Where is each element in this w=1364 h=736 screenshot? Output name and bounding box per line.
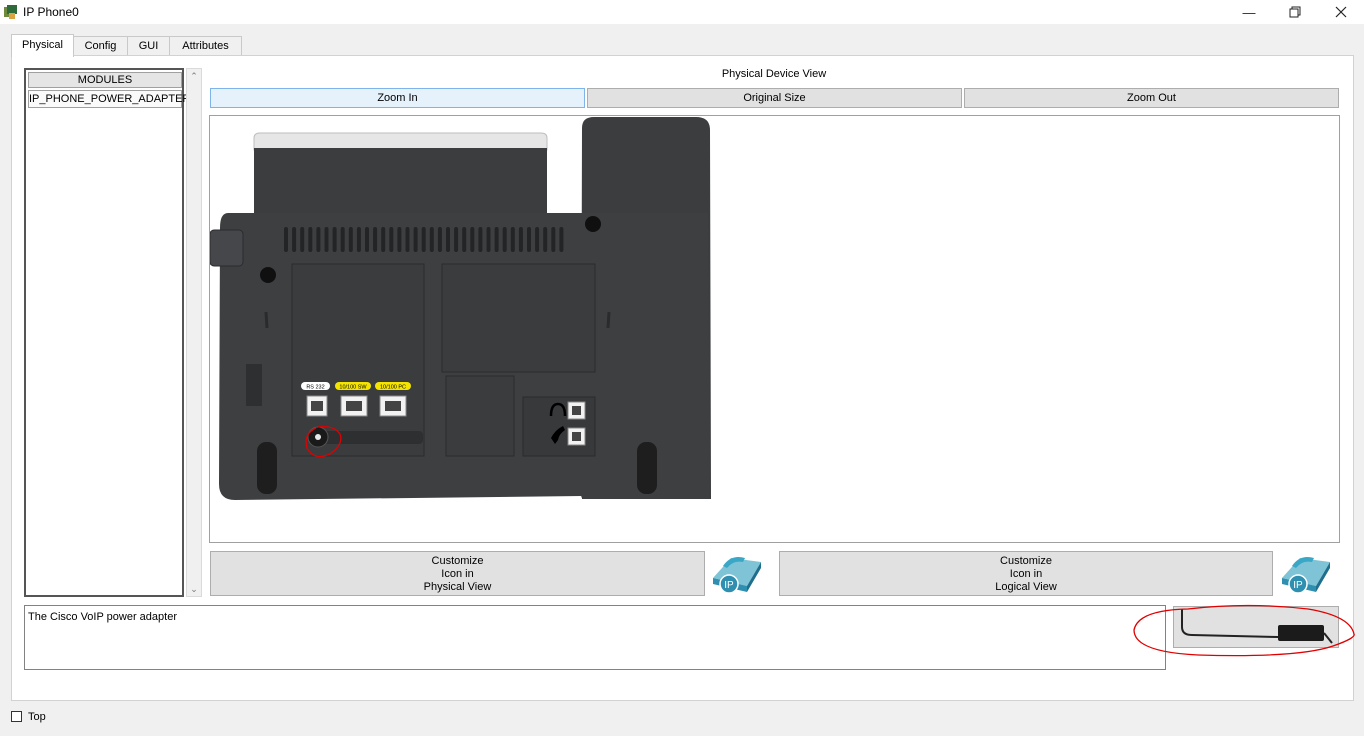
- ip-badge-logical: IP: [1293, 580, 1303, 591]
- top-label: Top: [28, 711, 46, 723]
- port-label-pc: 10/100 PC: [380, 385, 406, 391]
- zoom-out-button[interactable]: Zoom Out: [964, 88, 1339, 108]
- port-label-rs232: RS 232: [306, 385, 324, 391]
- tab-config[interactable]: Config: [73, 36, 128, 56]
- close-icon: [1335, 6, 1347, 18]
- minimize-icon: —: [1242, 4, 1256, 20]
- device-canvas: RS 232 10/100 SW 10/100 PC: [209, 115, 1340, 543]
- customize-physical-line-3: Physical View: [423, 581, 492, 593]
- annotation-circle: [1133, 604, 1355, 657]
- customize-logical-line-1: Customize: [1000, 555, 1052, 567]
- scroll-up-icon[interactable]: ⌃: [187, 69, 201, 83]
- module-item-power-adapter[interactable]: IP_PHONE_POWER_ADAPTER: [28, 90, 190, 108]
- modules-scrollbar[interactable]: ⌃ ⌄: [186, 68, 202, 597]
- restore-button[interactable]: [1272, 0, 1318, 24]
- ip-badge-physical: IP: [724, 580, 734, 591]
- close-button[interactable]: [1318, 0, 1364, 24]
- ip-phone-logical-icon: IP: [1282, 557, 1330, 594]
- ip-phone-back-image: RS 232 10/100 SW 10/100 PC: [210, 117, 711, 500]
- minimize-button[interactable]: —: [1226, 0, 1272, 24]
- customize-physical-line-1: Customize: [431, 555, 484, 567]
- window-title: IP Phone0: [23, 5, 79, 19]
- customize-logical-icon-button[interactable]: Customize Icon in Logical View: [779, 551, 1273, 596]
- modules-list: MODULES IP_PHONE_POWER_ADAPTER: [24, 68, 190, 597]
- ip-phone-physical-icon: IP: [713, 557, 761, 594]
- app-icon: [3, 4, 19, 20]
- customize-physical-icon-button[interactable]: Customize Icon in Physical View: [210, 551, 705, 596]
- customize-physical-line-2: Icon in: [441, 568, 474, 580]
- tab-attributes[interactable]: Attributes: [169, 36, 242, 56]
- tab-gui[interactable]: GUI: [127, 36, 170, 56]
- original-size-button[interactable]: Original Size: [587, 88, 962, 108]
- module-description: The Cisco VoIP power adapter: [24, 605, 1166, 670]
- port-label-sw: 10/100 SW: [339, 385, 367, 391]
- title-bar: [0, 0, 1364, 24]
- customize-logical-line-2: Icon in: [1009, 568, 1043, 580]
- scroll-down-icon[interactable]: ⌄: [187, 582, 201, 596]
- physical-device-view-title: Physical Device View: [721, 68, 827, 80]
- customize-logical-line-3: Logical View: [995, 581, 1057, 593]
- top-checkbox[interactable]: [11, 711, 22, 722]
- zoom-in-button[interactable]: Zoom In: [210, 88, 585, 108]
- restore-icon: [1289, 6, 1301, 18]
- tab-physical[interactable]: Physical: [11, 34, 74, 57]
- modules-header: MODULES: [28, 72, 182, 88]
